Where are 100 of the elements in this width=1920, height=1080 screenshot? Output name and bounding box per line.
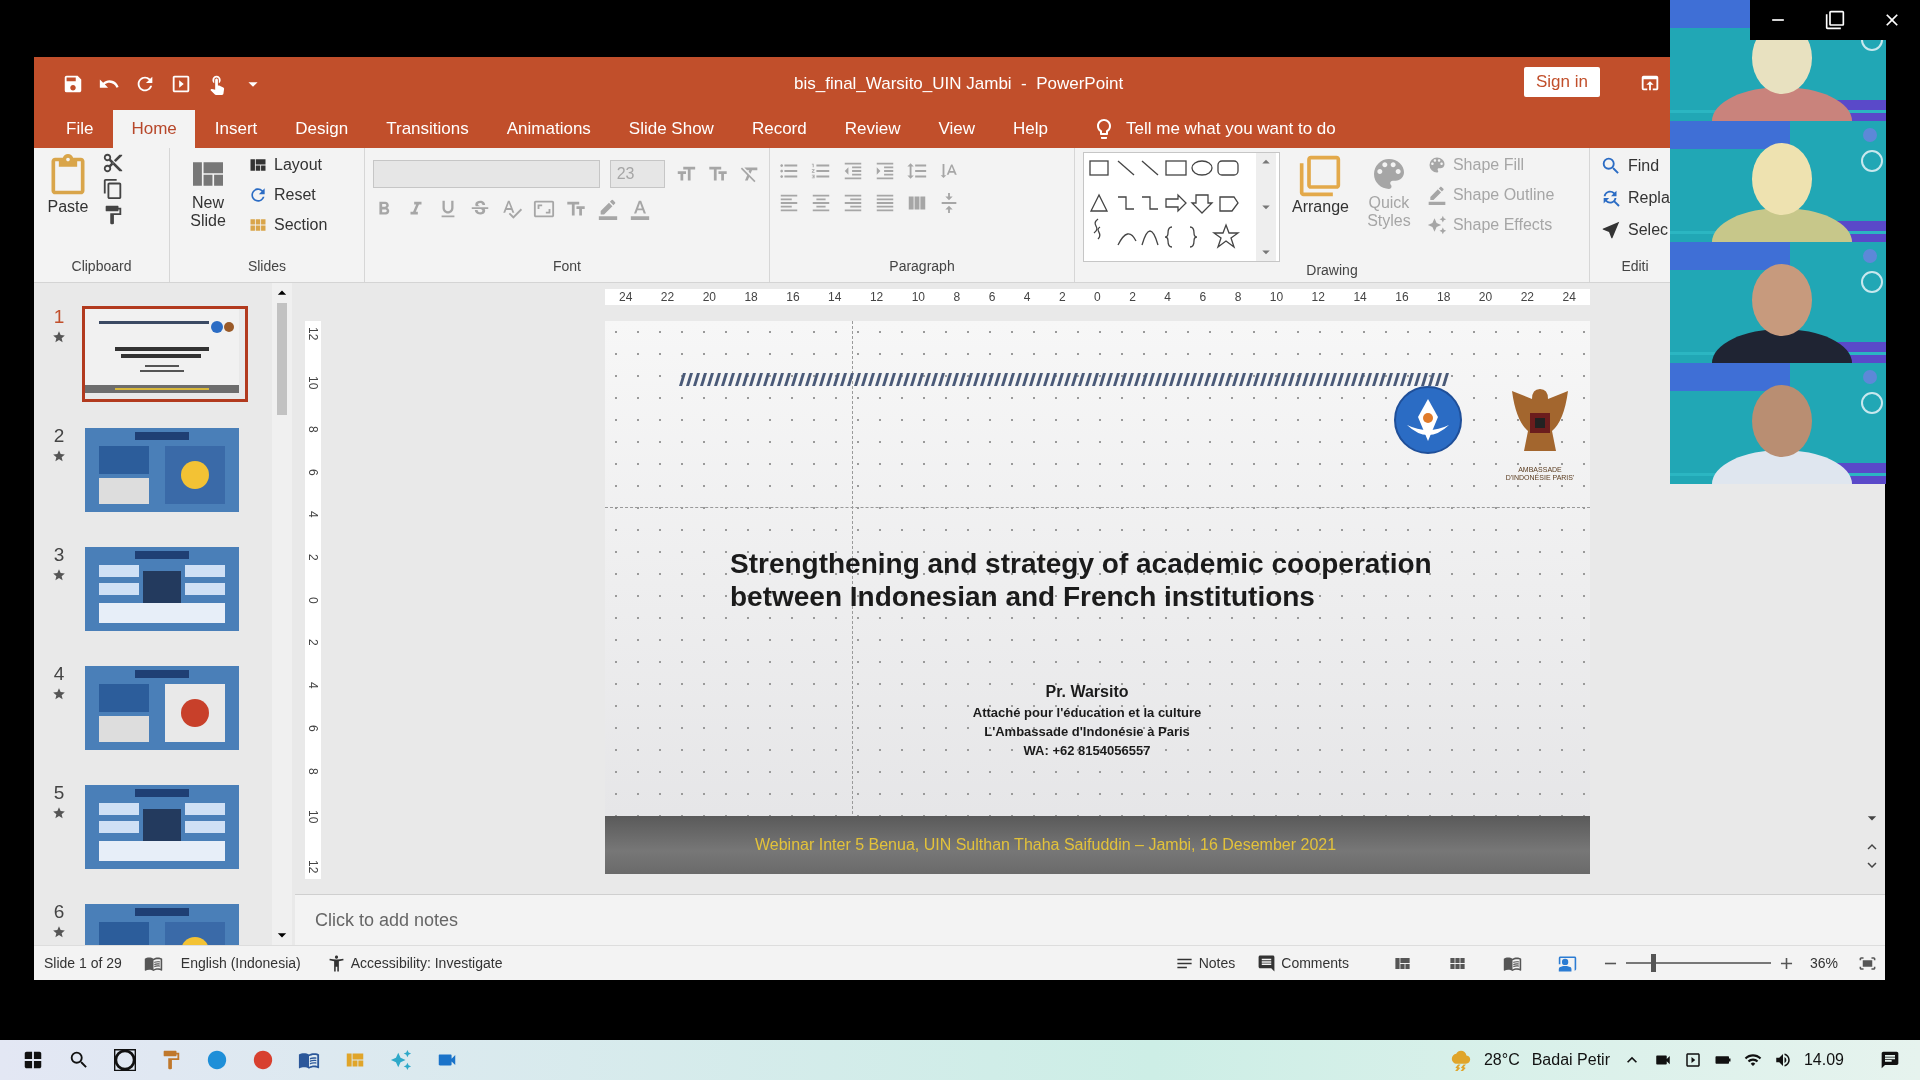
- wifi-icon[interactable]: [1743, 1051, 1762, 1069]
- ruler-number: 2: [1058, 290, 1066, 304]
- volume-icon[interactable]: [1773, 1051, 1792, 1069]
- paste-button[interactable]: Paste: [42, 152, 94, 258]
- star-icon: [52, 687, 66, 701]
- group-label: Slides: [246, 258, 288, 276]
- ruler-number: 18: [744, 290, 758, 304]
- search-icon: [1600, 155, 1622, 177]
- reset-button[interactable]: Reset: [246, 182, 330, 208]
- ruler-number: 4: [1164, 290, 1172, 304]
- layout-button[interactable]: Layout: [246, 152, 330, 178]
- new-slide-button[interactable]: New Slide: [178, 152, 238, 258]
- ruler-number: 4: [307, 682, 319, 689]
- section-button[interactable]: Section: [246, 212, 330, 238]
- star-icon: [52, 925, 66, 939]
- clock: 14.09: [1803, 1051, 1844, 1069]
- ribbon-tab[interactable]: Slide Show: [610, 110, 732, 148]
- arrange-button[interactable]: Arrange: [1288, 152, 1353, 262]
- effects-icon: [1426, 215, 1447, 235]
- tell-me-field[interactable]: Tell me what you want to do: [1126, 119, 1336, 139]
- spellcheck-icon[interactable]: [501, 198, 523, 220]
- ruler-number: 6: [988, 290, 996, 304]
- notes-button[interactable]: Notes: [1170, 951, 1240, 975]
- weather-label: Badai Petir: [1531, 1051, 1610, 1069]
- notes-field[interactable]: Click to add notes: [295, 894, 1885, 945]
- ruler-number: 6: [1199, 290, 1207, 304]
- ruler-number: 12: [307, 859, 319, 873]
- slide-number: 6: [53, 901, 65, 923]
- group-label: Drawing: [1305, 262, 1359, 280]
- ruler-number: 10: [307, 376, 319, 390]
- shapes-gallery[interactable]: [1083, 152, 1280, 262]
- presenter-icon[interactable]: [1557, 953, 1577, 973]
- ruler-number: 4: [307, 511, 319, 518]
- ruler-number: 14: [828, 290, 842, 304]
- slide-thumbnail[interactable]: [82, 306, 248, 402]
- ruler-number: 14: [1353, 290, 1367, 304]
- font-color-icon[interactable]: [629, 198, 651, 220]
- ruler-number: 8: [307, 425, 319, 433]
- star-icon: [52, 449, 66, 463]
- ruler-number: 8: [307, 767, 319, 775]
- zoom-slider-thumb[interactable]: [1650, 954, 1656, 972]
- ruler-number: 16: [1395, 290, 1409, 304]
- copy-icon[interactable]: [102, 178, 124, 200]
- accessibility-button[interactable]: Accessibility: Investigate: [322, 951, 507, 975]
- ruler-number: 2: [1129, 290, 1136, 304]
- ruler-number: 6: [307, 468, 319, 476]
- emblem-icon: [1393, 385, 1463, 455]
- ruler-number: 24: [1562, 290, 1576, 304]
- ribbon-tab[interactable]: Animations: [488, 110, 609, 148]
- ribbon-tab[interactable]: Review: [826, 110, 919, 148]
- ruler-number: 10: [911, 290, 926, 304]
- scrollbar-thumb[interactable]: [277, 303, 287, 415]
- temperature-label: 28°C: [1483, 1051, 1520, 1069]
- arrange-icon: [1298, 154, 1343, 198]
- ruler-number: 10: [307, 810, 319, 824]
- restore-icon[interactable]: [1825, 10, 1845, 30]
- ruler-number: 20: [702, 290, 716, 304]
- editing-button[interactable]: Repla: [1598, 184, 1672, 212]
- presenter-detail: WA: +62 8154056557: [1023, 743, 1151, 758]
- zoom-level: 36%: [1809, 955, 1838, 971]
- ribbon-tab[interactable]: Home: [113, 110, 195, 148]
- star-icon: [52, 806, 66, 820]
- ribbon-tab[interactable]: Transitions: [368, 110, 487, 148]
- ribbon-tab[interactable]: Help: [995, 110, 1066, 148]
- ribbon-tab[interactable]: View: [920, 110, 993, 148]
- group-label: Clipboard: [70, 258, 133, 276]
- editing-button[interactable]: Find: [1598, 152, 1672, 180]
- presenter-detail: Attaché pour l'éducation et la culture: [972, 705, 1202, 720]
- slide-count: Slide 1 of 29: [44, 955, 122, 971]
- slide-title: Strengthening and strategy of academic cooperation between Indonesian and French institutions: [730, 547, 1433, 613]
- ruler-number: 12: [307, 327, 319, 341]
- comment-icon: [1257, 953, 1277, 973]
- ruler-number: 8: [1234, 290, 1242, 304]
- ruler-number: 2: [307, 639, 319, 647]
- window-title: bis_final_Warsito_UIN Jambi - PowerPoint: [794, 74, 1124, 94]
- display-icon[interactable]: [1683, 1051, 1702, 1069]
- ruler-number: 6: [307, 724, 319, 732]
- editing-button[interactable]: Selec: [1598, 216, 1672, 244]
- sign-in-button[interactable]: Sign in: [1524, 67, 1600, 97]
- presenter-detail: L'Ambassade d'Indonésie à Paris: [984, 724, 1190, 739]
- ruler-number: 20: [1478, 290, 1493, 304]
- cut-icon[interactable]: [102, 152, 124, 174]
- star-icon: [52, 330, 66, 344]
- ruler-number: 16: [786, 290, 800, 304]
- ruler-number: 12: [1311, 290, 1325, 304]
- ribbon-tab[interactable]: Insert: [196, 110, 276, 148]
- group-label: Editi: [1620, 258, 1650, 276]
- ribbon-tab[interactable]: Record: [733, 110, 825, 148]
- slide-number: 4: [53, 663, 65, 685]
- notification-icon[interactable]: [1880, 1050, 1900, 1070]
- ribbon-tab[interactable]: Design: [277, 110, 367, 148]
- group-label: Font: [552, 258, 582, 276]
- footer-text: Webinar Inter 5 Benua, UIN Sulthan Thaha Saifuddin – Jambi, 16 Desember 2021: [755, 836, 1337, 854]
- font-name-field[interactable]: [373, 160, 600, 188]
- ruler-number: 18: [1437, 290, 1451, 304]
- star-icon: [52, 568, 66, 582]
- ribbon-tab[interactable]: File: [48, 110, 112, 148]
- ruler-number: 12: [869, 290, 884, 304]
- pen-icon: [1426, 185, 1447, 205]
- comments-button[interactable]: Comments: [1253, 951, 1353, 975]
